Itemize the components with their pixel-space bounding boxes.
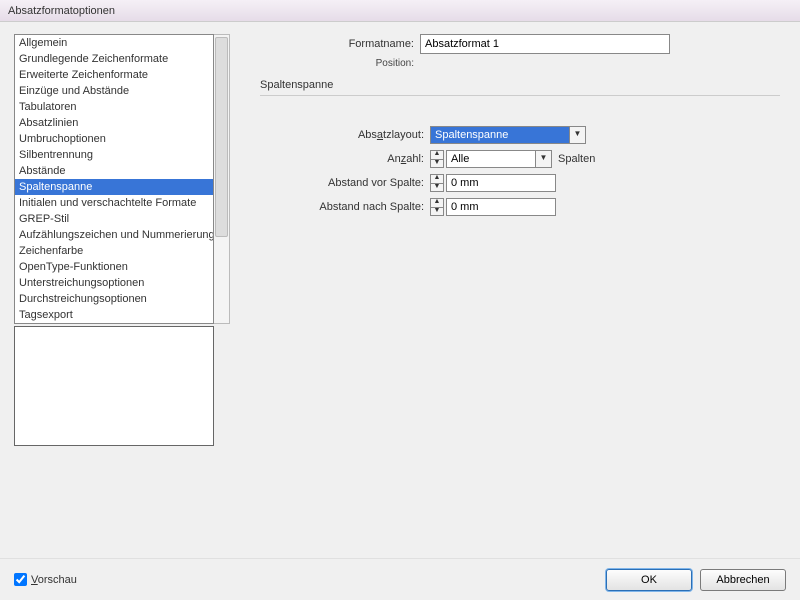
spinner-down-icon[interactable]: ▼ xyxy=(430,183,444,192)
main-pane: Formatname: Position: Spaltenspanne Absa… xyxy=(240,22,800,558)
ok-button[interactable]: OK xyxy=(606,569,692,591)
spinner-down-icon[interactable]: ▼ xyxy=(430,207,444,216)
dialog-footer: Vorschau OK Abbrechen xyxy=(0,558,800,600)
spinner-down-icon[interactable]: ▼ xyxy=(430,159,444,168)
position-label: Position: xyxy=(260,58,420,69)
spinner-up-icon[interactable]: ▲ xyxy=(430,198,444,207)
abstand-nach-spinner[interactable]: ▲ ▼ xyxy=(430,198,444,216)
category-item[interactable]: GREP-Stil xyxy=(15,211,213,227)
sidebar: AllgemeinGrundlegende ZeichenformateErwe… xyxy=(0,22,240,558)
anzahl-label: Anzahl: xyxy=(260,153,430,165)
category-item[interactable]: Spaltenspanne xyxy=(15,179,213,195)
preview-box xyxy=(14,326,214,446)
category-item[interactable]: Absatzlinien xyxy=(15,115,213,131)
anzahl-value[interactable] xyxy=(446,150,536,168)
category-item[interactable]: OpenType-Funktionen xyxy=(15,259,213,275)
category-item[interactable]: Umbruchoptionen xyxy=(15,131,213,147)
dialog-content: AllgemeinGrundlegende ZeichenformateErwe… xyxy=(0,22,800,558)
formatname-label: Formatname: xyxy=(260,38,420,50)
category-item[interactable]: Initialen und verschachtelte Formate xyxy=(15,195,213,211)
absatzlayout-combo[interactable]: ▼ xyxy=(430,126,586,144)
abstand-vor-spinner[interactable]: ▲ ▼ xyxy=(430,174,444,192)
chevron-down-icon[interactable]: ▼ xyxy=(570,126,586,144)
chevron-down-icon[interactable]: ▼ xyxy=(536,150,552,168)
preview-checkbox-wrap[interactable]: Vorschau xyxy=(14,573,77,586)
absatzlayout-label: Absatzlayout: xyxy=(260,129,430,141)
category-item[interactable]: Durchstreichungsoptionen xyxy=(15,291,213,307)
category-item[interactable]: Unterstreichungsoptionen xyxy=(15,275,213,291)
category-item[interactable]: Grundlegende Zeichenformate xyxy=(15,51,213,67)
scrollbar-track[interactable] xyxy=(214,34,230,324)
category-item[interactable]: Silbentrennung xyxy=(15,147,213,163)
abstand-nach-label: Abstand nach Spalte: xyxy=(260,201,430,213)
category-item[interactable]: Zeichenfarbe xyxy=(15,243,213,259)
section-title: Spaltenspanne xyxy=(260,79,780,91)
window-title: Absatzformatoptionen xyxy=(8,5,115,17)
preview-checkbox[interactable] xyxy=(14,573,27,586)
category-item[interactable]: Abstände xyxy=(15,163,213,179)
anzahl-combo[interactable]: ▼ xyxy=(446,150,552,168)
category-item[interactable]: Allgemein xyxy=(15,35,213,51)
category-item[interactable]: Tagsexport xyxy=(15,307,213,323)
formatname-input[interactable] xyxy=(420,34,670,54)
preview-checkbox-label: Vorschau xyxy=(31,574,77,586)
category-list[interactable]: AllgemeinGrundlegende ZeichenformateErwe… xyxy=(14,34,214,324)
category-item[interactable]: Tabulatoren xyxy=(15,99,213,115)
category-item[interactable]: Erweiterte Zeichenformate xyxy=(15,67,213,83)
scrollbar-thumb[interactable] xyxy=(215,37,228,237)
cancel-button[interactable]: Abbrechen xyxy=(700,569,786,591)
abstand-nach-input[interactable] xyxy=(446,198,556,216)
anzahl-spinner[interactable]: ▲ ▼ xyxy=(430,150,444,168)
section-divider xyxy=(260,95,780,96)
window-titlebar: Absatzformatoptionen xyxy=(0,0,800,22)
category-item[interactable]: Einzüge und Abstände xyxy=(15,83,213,99)
abstand-vor-input[interactable] xyxy=(446,174,556,192)
anzahl-suffix: Spalten xyxy=(558,153,595,165)
spinner-up-icon[interactable]: ▲ xyxy=(430,174,444,183)
abstand-vor-label: Abstand vor Spalte: xyxy=(260,177,430,189)
absatzlayout-value[interactable] xyxy=(430,126,570,144)
spinner-up-icon[interactable]: ▲ xyxy=(430,150,444,159)
category-item[interactable]: Aufzählungszeichen und Nummerierung xyxy=(15,227,213,243)
